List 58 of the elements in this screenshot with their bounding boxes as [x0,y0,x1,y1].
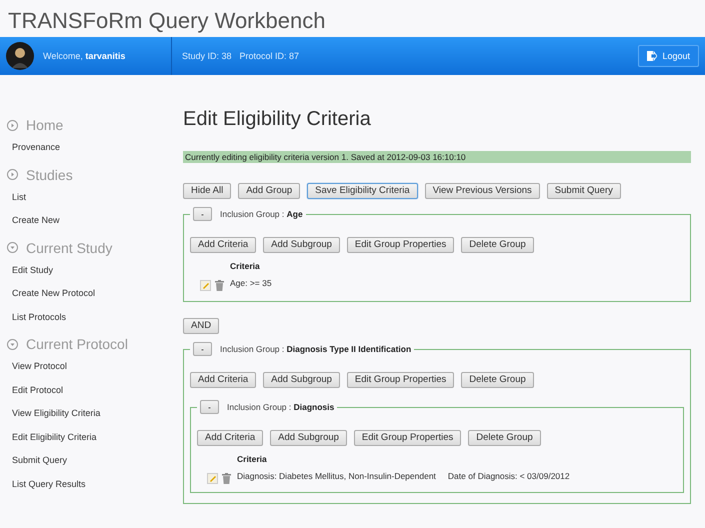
toolbar-button[interactable]: Add Group [238,183,300,199]
group-button[interactable]: Add Criteria [190,372,256,388]
expanded-icon[interactable] [7,338,18,350]
sidebar-link[interactable]: Edit Study [0,260,175,283]
trash-icon[interactable] [222,473,231,484]
sidebar-link[interactable]: Submit Query [0,450,175,474]
group-button[interactable]: Add Subgroup [263,372,340,388]
toolbar-button[interactable]: Hide All [183,183,232,199]
app-title: TRANSFoRm Query Workbench [7,7,326,35]
toolbar-button[interactable]: Save Eligibility Criteria [307,183,418,199]
study-id: Study ID: 38 [182,51,232,61]
criteria-text: Age: >= 35 [230,278,272,288]
collapse-button[interactable]: - [193,342,212,356]
edit-icon[interactable] [207,473,218,484]
collapsed-icon[interactable] [7,169,18,180]
avatar-icon [6,42,34,70]
group-button[interactable]: Delete Group [468,430,541,446]
toolbar-button[interactable]: View Previous Versions [424,183,540,199]
expanded-icon[interactable] [7,242,18,253]
page-title: Edit Eligibility Criteria [183,108,372,131]
sidebar-link[interactable]: List Query Results [0,474,175,497]
group-button[interactable]: Add Subgroup [270,430,347,446]
group-label: Inclusion Group : Diagnosis [227,402,334,412]
sidebar-link[interactable]: List Protocols [0,306,175,330]
edit-icon[interactable] [200,280,211,291]
logout-button[interactable]: Logout [638,45,699,67]
criteria-text: Diagnosis: Diabetes Mellitus, Non-Insulin-Dependent [237,470,436,480]
group-button[interactable]: Add Subgroup [263,237,340,253]
welcome-text: Welcome, tarvanitis [43,51,126,61]
sidebar-link[interactable]: View Protocol [0,356,175,380]
sidebar-link[interactable]: List [0,186,175,210]
logout-icon [647,51,658,61]
toolbar-button[interactable]: Submit Query [546,183,621,199]
group-button[interactable]: Add Criteria [197,430,264,446]
criteria-text: Date of Diagnosis: < 03/09/2012 [448,470,570,480]
group-button[interactable]: Edit Group Properties [346,372,454,388]
sidebar-link[interactable]: Provenance [0,137,175,160]
sidebar-link[interactable]: Create New Protocol [0,283,175,306]
protocol-id: Protocol ID: 87 [240,51,300,61]
sidebar-link[interactable]: Edit Eligibility Criteria [0,426,175,450]
group-button[interactable]: Edit Group Properties [354,430,462,446]
group-label: Inclusion Group : Age [220,209,303,219]
criteria-heading: Criteria [237,454,268,464]
status-message: Currently editing eligibility criteria version 1. Saved at 2012-09-03 16:10:10 [183,151,691,163]
criteria-heading: Criteria [230,261,261,271]
operator-button[interactable]: AND [183,318,220,334]
collapsed-icon[interactable] [7,120,18,130]
group-label: Inclusion Group : Diagnosis Type II Identification [220,344,412,354]
collapse-button[interactable]: - [200,400,219,414]
sidebar-link[interactable]: Create New [0,210,175,234]
group-button[interactable]: Delete Group [461,237,534,253]
group-button[interactable]: Add Criteria [190,237,256,253]
sidebar-link[interactable]: View Eligibility Criteria [0,403,175,426]
group-button[interactable]: Delete Group [461,372,534,388]
sidebar-link[interactable]: Edit Protocol [0,380,175,403]
collapse-button[interactable]: - [193,207,212,221]
group-button[interactable]: Edit Group Properties [346,237,454,253]
trash-icon[interactable] [215,280,224,291]
